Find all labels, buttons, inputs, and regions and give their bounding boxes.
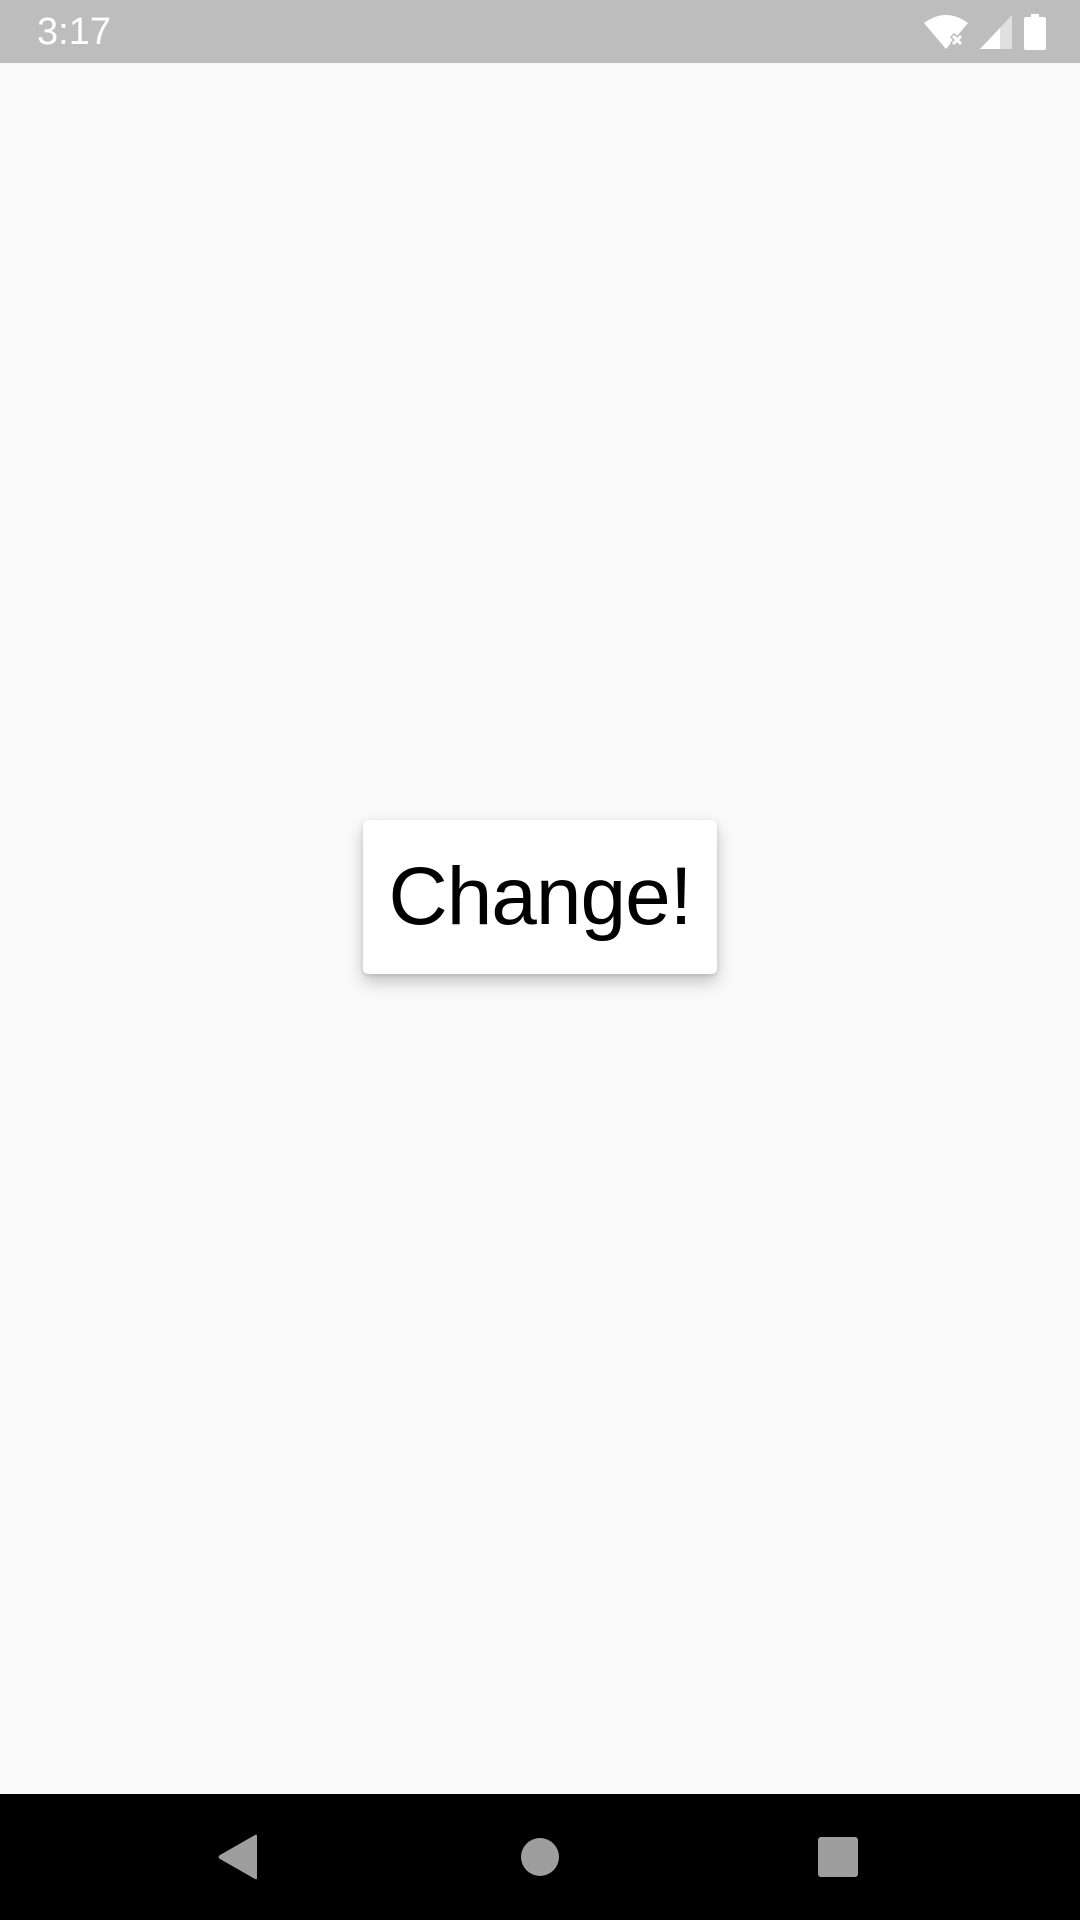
battery-icon (1024, 14, 1046, 50)
status-time: 3:17 (37, 11, 111, 53)
home-button[interactable] (460, 1794, 620, 1920)
navigation-bar (0, 1794, 1080, 1920)
status-icons (924, 12, 1046, 52)
cell-signal-icon (980, 15, 1012, 49)
app-screen: 3:17 Change! (0, 0, 1080, 1920)
back-button[interactable] (158, 1794, 318, 1920)
main-content: Change! (0, 63, 1080, 1794)
wifi-no-internet-icon (924, 15, 968, 49)
recents-button[interactable] (758, 1794, 918, 1920)
back-icon (217, 1834, 259, 1880)
recents-icon (818, 1837, 858, 1877)
home-icon (520, 1837, 560, 1877)
change-button[interactable]: Change! (363, 820, 717, 974)
status-bar: 3:17 (0, 0, 1080, 63)
